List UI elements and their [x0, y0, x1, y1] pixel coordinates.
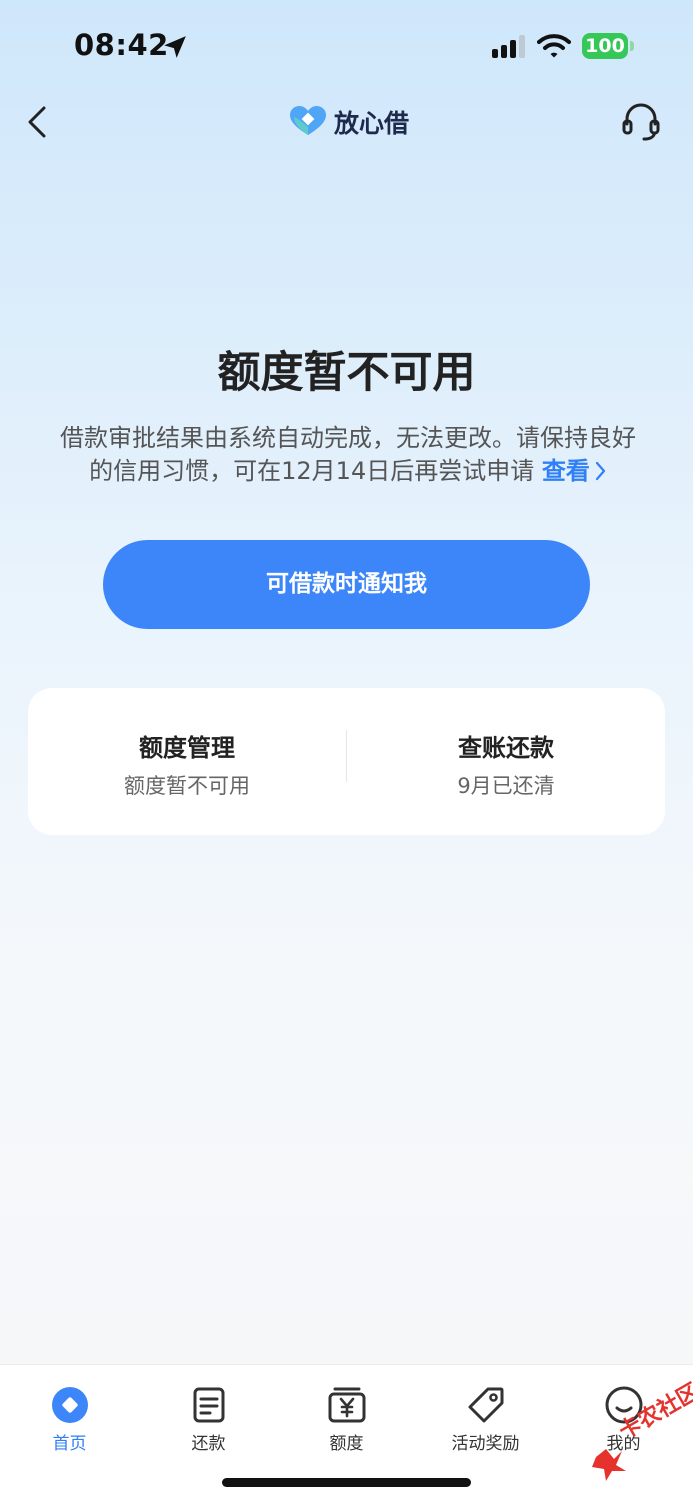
tab-home[interactable]: 首页 — [0, 1365, 139, 1455]
view-link-label: 查看 — [541, 457, 590, 485]
message-line-2: 的信用习惯，可在12月14日后再尝试申请 查看 — [28, 455, 668, 488]
tab-credit-label: 额度 — [329, 1434, 364, 1454]
tab-home-label: 首页 — [52, 1434, 87, 1454]
tag-icon — [468, 1387, 503, 1423]
status-bar: 08:42 100 — [0, 0, 693, 92]
bill-repayment-status: 9月已还清 — [457, 774, 555, 798]
message-line-2-text: 的信用习惯，可在12月14日后再尝试申请 — [89, 457, 535, 485]
bill-repayment-title: 查账还款 — [458, 734, 554, 762]
credit-management-item[interactable]: 额度管理 额度暂不可用 — [28, 688, 346, 835]
home-diamond-icon — [51, 1387, 88, 1423]
bill-repayment-item[interactable]: 查账还款 9月已还清 — [347, 688, 665, 835]
yuan-card-icon — [328, 1387, 365, 1423]
customer-service-headset-icon[interactable] — [620, 102, 662, 142]
credit-management-title: 额度管理 — [139, 734, 235, 762]
notify-me-button[interactable]: 可借款时通知我 — [103, 540, 590, 629]
location-arrow-icon — [164, 36, 186, 58]
credit-management-status: 额度暂不可用 — [124, 774, 250, 798]
home-indicator — [222, 1478, 471, 1487]
tab-rewards[interactable]: 活动奖励 — [416, 1365, 555, 1455]
view-link[interactable]: 查看 — [542, 457, 607, 485]
tab-rewards-label: 活动奖励 — [451, 1434, 520, 1454]
page-title: 额度暂不可用 — [217, 348, 476, 398]
battery-level: 100 — [582, 33, 628, 59]
signal-icon — [492, 35, 525, 58]
brand-name: 放心借 — [334, 109, 410, 138]
chevron-right-icon — [595, 461, 605, 481]
status-message: 借款审批结果由系统自动完成，无法更改。请保持良好 的信用习惯，可在12月14日后… — [28, 422, 668, 488]
tab-repay-label: 还款 — [191, 1434, 226, 1454]
tab-repay[interactable]: 还款 — [139, 1365, 278, 1455]
status-time: 08:42 — [74, 28, 169, 62]
bill-icon — [193, 1387, 224, 1423]
tab-credit[interactable]: 额度 — [277, 1365, 416, 1455]
back-chevron-icon[interactable] — [22, 104, 54, 140]
account-card: 额度管理 额度暂不可用 查账还款 9月已还清 — [28, 688, 665, 835]
wifi-icon — [537, 34, 571, 58]
brand-heart-logo-icon — [290, 106, 326, 135]
message-line-1: 借款审批结果由系统自动完成，无法更改。请保持良好 — [60, 424, 636, 452]
battery-tip — [630, 41, 634, 51]
